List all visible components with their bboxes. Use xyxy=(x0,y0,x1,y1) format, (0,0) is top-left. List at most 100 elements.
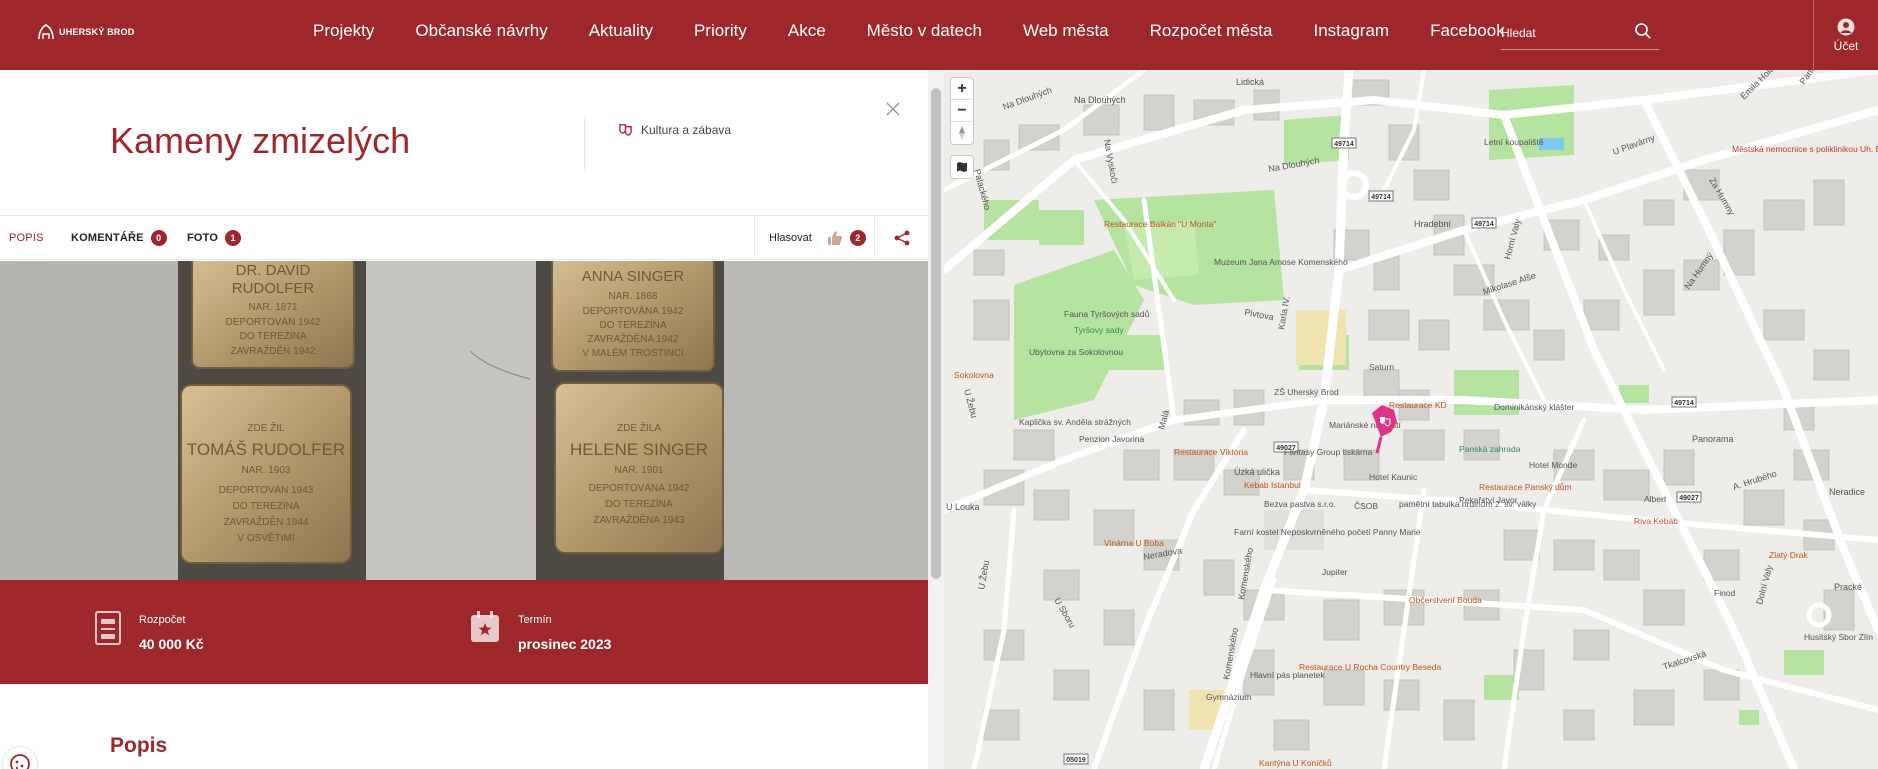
stone2-line5: ZAVRAŽDĚNA 1942 xyxy=(588,332,679,345)
stone1-line6: ZAVRAŽDĚN 1942 xyxy=(231,344,316,357)
map-zoom-controls: + − xyxy=(951,78,973,144)
nav-aktuality[interactable]: Aktuality xyxy=(589,21,653,41)
account-button[interactable]: Účet xyxy=(1813,0,1878,70)
vote-count-badge: 2 xyxy=(849,230,866,246)
poi-label: Dominikánský klášter xyxy=(1494,402,1574,412)
street-label: U Žebu xyxy=(976,560,991,591)
poi-label: Letní koupaliště xyxy=(1484,137,1544,147)
stone3-line3: NAR. 1903 xyxy=(242,465,291,476)
nav-rozpocet-mesta[interactable]: Rozpočet města xyxy=(1150,21,1273,41)
stone2-line3: DEPORTOVÁNA 1942 xyxy=(583,304,684,317)
search-input[interactable] xyxy=(1501,22,1631,44)
vote-counter: 2 xyxy=(826,229,866,247)
poi-label: Vinárna U Boba xyxy=(1104,538,1164,548)
nav-priority[interactable]: Priority xyxy=(694,21,747,41)
account-label: Účet xyxy=(1833,38,1859,53)
nav-facebook[interactable]: Facebook xyxy=(1430,21,1505,41)
poi-label: Restaurace Balkán "U Monta" xyxy=(1104,219,1216,229)
photo-count-badge: 1 xyxy=(225,230,242,246)
stone2-line4: DO TEREZÍNA xyxy=(599,318,666,331)
map-view[interactable]: 49714 49714 49714 49714 49027 49027 0501… xyxy=(944,70,1878,769)
stone3-line1: ZDE ŽIL xyxy=(247,421,285,434)
poi-label: Restaurace Viktoria xyxy=(1174,447,1248,457)
tab-komentare[interactable]: Komentáře 0 xyxy=(71,216,167,260)
poi-label: Panská zahrada xyxy=(1459,444,1521,454)
term-value: prosinec 2023 xyxy=(518,636,612,652)
stone4-line6: ZAVRAŽDĚNA 1943 xyxy=(594,513,685,526)
compass-icon xyxy=(959,126,965,140)
nav-obcanske-navrhy[interactable]: Občanské návrhy xyxy=(415,21,547,41)
poi-label: Restaurace KD xyxy=(1389,400,1447,410)
map-layers-button[interactable] xyxy=(951,156,973,178)
section-title-popis: Popis xyxy=(110,734,168,757)
compass-button[interactable] xyxy=(951,122,973,144)
poi-label: Hotel Monde xyxy=(1529,460,1577,470)
scrollbar-thumb[interactable] xyxy=(931,88,941,579)
main-nav: Projekty Občanské návrhy Aktuality Prior… xyxy=(313,0,1546,62)
street-label: Pivtova xyxy=(1244,307,1275,322)
poi-label: Kantýna U Koníčků xyxy=(1259,758,1332,768)
tab-popis-label: Popis xyxy=(9,232,44,244)
poi-label: Tyršovy sady xyxy=(1074,325,1124,335)
vote-label: Hlasovat xyxy=(769,232,812,244)
street-label: Lidická xyxy=(1236,77,1264,87)
search-icon[interactable] xyxy=(1633,21,1653,41)
stone4-line4: DEPORTOVÁNA 1942 xyxy=(589,481,690,494)
road-badge: 49714 xyxy=(1474,221,1494,228)
stone2-line1: ANNA SINGER xyxy=(582,268,685,285)
category-tag: Kultura a zábava xyxy=(618,122,731,137)
nav-instagram[interactable]: Instagram xyxy=(1313,21,1389,41)
comments-count-badge: 0 xyxy=(150,230,167,246)
stone3-line4: DEPORTOVÁN 1943 xyxy=(219,483,314,496)
stone4-line5: DO TEREZÍNA xyxy=(605,497,672,510)
tab-foto-label: Foto xyxy=(187,232,219,244)
poi-label: Husitský Sbor Zlín xyxy=(1804,632,1873,642)
tab-foto[interactable]: Foto 1 xyxy=(187,216,242,260)
poi-label: Občerstvení Bouda xyxy=(1409,595,1482,605)
cookie-settings-button[interactable] xyxy=(2,746,38,769)
header-divider xyxy=(584,118,585,170)
zoom-in-button[interactable]: + xyxy=(951,78,973,100)
search-box xyxy=(1501,18,1659,50)
road-badge: 05019 xyxy=(1066,757,1086,764)
stone2-line6: V MALÉM TROSTINCI xyxy=(582,346,684,359)
stone4-line2: HELENE SINGER xyxy=(570,440,708,459)
poi-label: Farní kostel Neposkvrněného početí Panny… xyxy=(1234,527,1421,537)
city-logo-icon xyxy=(38,24,54,40)
poi-label: Bezva pastva s.r.o. xyxy=(1264,499,1336,509)
poi-label: Muzeum Jana Amose Komenského xyxy=(1214,257,1348,267)
poi-label: Hotel Kaunic xyxy=(1369,472,1418,482)
close-icon[interactable] xyxy=(882,98,904,120)
vote-button[interactable]: Hlasovat 2 xyxy=(754,216,874,260)
street-label: Panorama xyxy=(1692,434,1734,444)
nav-web-mesta[interactable]: Web města xyxy=(1023,21,1109,41)
budget-info: Rozpočet 40 000 Kč xyxy=(95,611,204,652)
stone1-line1: DR. DAVID xyxy=(236,262,311,279)
term-label: Termín xyxy=(518,614,552,626)
category-label: Kultura a zábava xyxy=(641,122,732,137)
panel-scrollbar[interactable] xyxy=(928,70,944,769)
nav-akce[interactable]: Akce xyxy=(788,21,826,41)
poi-label: Zlatý Drak xyxy=(1769,550,1808,560)
street-label: Hradební xyxy=(1414,219,1452,229)
cookie-icon xyxy=(10,754,30,769)
project-photo[interactable]: DR. DAVID RUDOLFER NAR. 1871 DEPORTOVÁN … xyxy=(0,261,928,580)
road-badge: 49714 xyxy=(1334,141,1354,148)
street-label: U Žebu xyxy=(962,388,979,419)
map-canvas[interactable]: 49714 49714 49714 49714 49027 49027 0501… xyxy=(944,70,1878,769)
city-logo[interactable]: Uherský Brod xyxy=(36,20,134,44)
poi-label: Ubytovna za Sokolovnou xyxy=(1029,347,1123,357)
stone3-line2: TOMÁŠ RUDOLFER xyxy=(187,440,345,459)
detail-tabs: Popis Komentáře 0 Foto 1 Hlasovat 2 xyxy=(0,215,928,260)
tab-popis[interactable]: Popis xyxy=(9,216,44,260)
share-button[interactable] xyxy=(874,216,928,260)
poi-label: pamětní tabulka hrdinům 2. sv. války xyxy=(1399,499,1537,509)
zoom-out-button[interactable]: − xyxy=(951,100,973,122)
project-detail-panel: Kameny zmizelých Kultura a zábava Popis … xyxy=(0,70,944,769)
stone2-line2: NAR. 1868 xyxy=(609,291,658,302)
nav-projekty[interactable]: Projekty xyxy=(313,21,374,41)
poi-label: Sokolovna xyxy=(954,370,994,380)
nav-mesto-v-datech[interactable]: Město v datech xyxy=(867,21,982,41)
stone1-line4: DEPORTOVÁN 1942 xyxy=(226,315,321,328)
poi-label: Gymnázium xyxy=(1206,692,1251,702)
